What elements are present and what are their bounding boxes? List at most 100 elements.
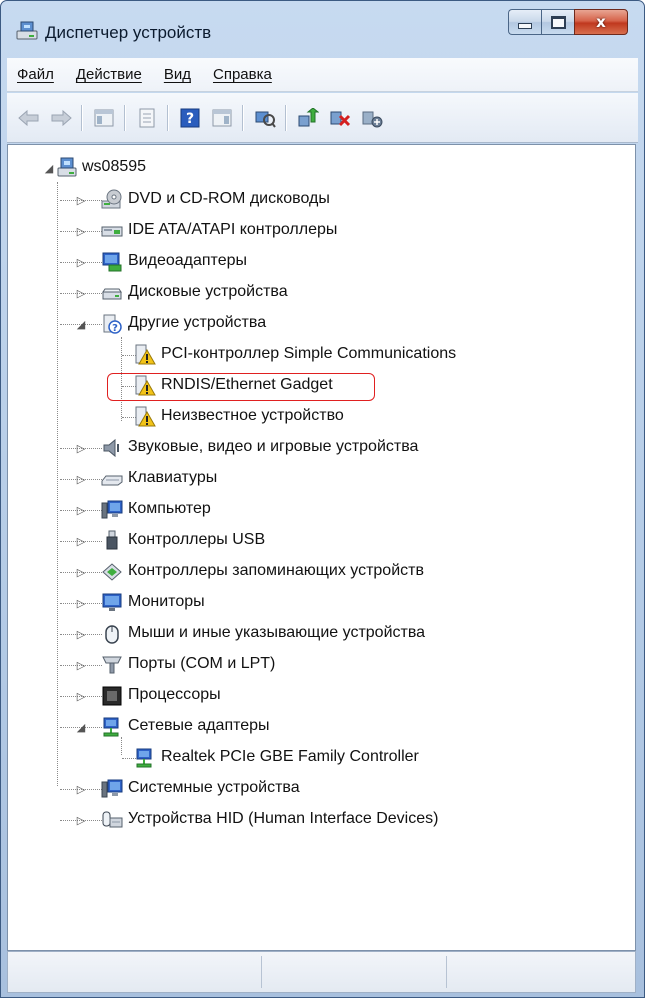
tree-node-label: Процессоры xyxy=(128,686,221,703)
system-device-icon xyxy=(101,778,123,800)
expand-arrow-icon[interactable]: ▷ xyxy=(76,783,86,796)
tree-node[interactable]: ◢ Сетевые адаптеры xyxy=(8,714,628,740)
tree-node[interactable]: ▷ DVD и CD-ROM дисководы xyxy=(8,187,628,213)
computer-network-icon xyxy=(56,156,78,178)
minimize-icon xyxy=(518,23,532,29)
menu-action[interactable]: Действие xyxy=(76,66,142,83)
update-driver-button[interactable] xyxy=(296,106,320,130)
disk-drive-icon xyxy=(101,282,123,304)
tree-node[interactable]: ▷ Контроллеры запоминающих устройств xyxy=(8,559,628,585)
other-devices-icon: ? xyxy=(101,313,123,335)
tree-node-label: Сетевые адаптеры xyxy=(128,717,270,734)
expand-arrow-icon[interactable]: ▷ xyxy=(76,225,86,238)
show-hide-console-tree-button[interactable] xyxy=(92,106,116,130)
menu-view[interactable]: Вид xyxy=(164,66,191,83)
tree-child-node[interactable]: Неизвестное устройство xyxy=(8,404,628,430)
scan-hardware-icon xyxy=(255,111,276,128)
collapse-arrow-icon[interactable]: ◢ xyxy=(44,162,54,175)
keyboard-icon xyxy=(101,468,123,490)
window-title: Диспетчер устройств xyxy=(45,23,212,42)
sound-icon xyxy=(101,437,123,459)
action-pane-button[interactable] xyxy=(210,106,234,130)
collapse-arrow-icon[interactable]: ◢ xyxy=(76,721,86,734)
network-adapter-icon xyxy=(134,747,156,769)
maximize-icon xyxy=(550,15,566,29)
tree-node-label: Системные устройства xyxy=(128,779,300,796)
svg-text:?: ? xyxy=(186,111,194,127)
tree-node[interactable]: ◢ ? Другие устройства xyxy=(8,311,628,337)
expand-arrow-icon[interactable]: ▷ xyxy=(76,256,86,269)
title-bar[interactable]: Диспетчер устройств x xyxy=(1,1,644,55)
forward-icon xyxy=(51,109,72,126)
tree-node[interactable]: ▷ Видеоадаптеры xyxy=(8,249,628,275)
expand-arrow-icon[interactable]: ▷ xyxy=(76,287,86,300)
back-button[interactable] xyxy=(17,106,41,130)
help-button[interactable]: ? xyxy=(178,106,202,130)
expand-arrow-icon[interactable]: ▷ xyxy=(76,194,86,207)
uninstall-button[interactable] xyxy=(328,106,352,130)
tree-node-label: Устройства HID (Human Interface Devices) xyxy=(128,810,439,827)
toolbar: ? xyxy=(7,93,638,143)
tree-node-label: IDE ATA/ATAPI контроллеры xyxy=(128,221,338,238)
expand-arrow-icon[interactable]: ▷ xyxy=(76,566,86,579)
tree-child-node-selected[interactable]: RNDIS/Ethernet Gadget xyxy=(8,373,628,399)
expand-arrow-icon[interactable]: ▷ xyxy=(76,504,86,517)
menu-file[interactable]: Файл xyxy=(17,66,54,83)
tree-node[interactable]: ▷ Порты (COM и LPT) xyxy=(8,652,628,678)
usb-icon xyxy=(101,530,123,552)
expand-arrow-icon[interactable]: ▷ xyxy=(76,442,86,455)
maximize-button[interactable] xyxy=(541,9,574,35)
network-adapter-icon xyxy=(101,716,123,738)
collapse-arrow-icon[interactable]: ◢ xyxy=(76,318,86,331)
expand-arrow-icon[interactable]: ▷ xyxy=(76,473,86,486)
tree-child-node[interactable]: PCI-контроллер Simple Communications xyxy=(8,342,628,368)
forward-button[interactable] xyxy=(49,106,73,130)
tree-child-node[interactable]: Realtek PCIe GBE Family Controller xyxy=(8,745,628,771)
expand-arrow-icon[interactable]: ▷ xyxy=(76,597,86,610)
tree-node-label: Компьютер xyxy=(128,500,211,517)
tree-node[interactable]: ▷ Процессоры xyxy=(8,683,628,709)
tree-node-label: Контроллеры USB xyxy=(128,531,266,548)
tree-node[interactable]: ▷ Системные устройства xyxy=(8,776,628,802)
tree-node[interactable]: ▷ Мониторы xyxy=(8,590,628,616)
expand-arrow-icon[interactable]: ▷ xyxy=(76,628,86,641)
action-pane-icon xyxy=(212,109,232,126)
unknown-device-warning-icon xyxy=(134,375,156,397)
monitor-icon xyxy=(101,592,123,614)
computer-icon xyxy=(101,499,123,521)
tree-node-label: Видеоадаптеры xyxy=(128,252,247,269)
tree-node-label: Клавиатуры xyxy=(128,469,218,486)
svg-text:?: ? xyxy=(112,323,118,334)
tree-node[interactable]: ▷ Звуковые, видео и игровые устройства xyxy=(8,435,628,461)
menu-bar: Файл Действие Вид Справка xyxy=(7,58,638,92)
tree-node[interactable]: ▷ Устройства HID (Human Interface Device… xyxy=(8,807,628,833)
device-manager-app-icon xyxy=(15,19,39,41)
tree-node-label: Другие устройства xyxy=(128,314,267,331)
scan-hardware-button[interactable] xyxy=(253,106,277,130)
toolbar-separator xyxy=(242,104,243,131)
device-tree[interactable]: ◢ ws08595 ▷ DVD и CD-ROM дисководы ▷ IDE… xyxy=(7,144,636,951)
disable-button[interactable] xyxy=(360,106,384,130)
close-button[interactable]: x xyxy=(574,9,628,35)
status-bar xyxy=(7,951,636,993)
tree-node[interactable]: ▷ IDE ATA/ATAPI контроллеры xyxy=(8,218,628,244)
expand-arrow-icon[interactable]: ▷ xyxy=(76,814,86,827)
tree-node-label: Звуковые, видео и игровые устройства xyxy=(128,438,419,455)
tree-node[interactable]: ▷ Компьютер xyxy=(8,497,628,523)
expand-arrow-icon[interactable]: ▷ xyxy=(76,659,86,672)
properties-button[interactable] xyxy=(135,106,159,130)
tree-node-label: Дисковые устройства xyxy=(128,283,288,300)
tree-node[interactable]: ▷ Мыши и иные указывающие устройства xyxy=(8,621,628,647)
tree-child-label: RNDIS/Ethernet Gadget xyxy=(161,376,333,393)
tree-node[interactable]: ▷ Контроллеры USB xyxy=(8,528,628,554)
port-icon xyxy=(101,654,123,676)
expand-arrow-icon[interactable]: ▷ xyxy=(76,690,86,703)
tree-node[interactable]: ▷ Клавиатуры xyxy=(8,466,628,492)
expand-arrow-icon[interactable]: ▷ xyxy=(76,535,86,548)
tree-node-label: Мониторы xyxy=(128,593,205,610)
tree-node[interactable]: ▷ Дисковые устройства xyxy=(8,280,628,306)
menu-help[interactable]: Справка xyxy=(213,66,272,83)
tree-root[interactable]: ◢ ws08595 xyxy=(8,155,628,181)
ide-controller-icon xyxy=(101,220,123,242)
minimize-button[interactable] xyxy=(508,9,541,35)
